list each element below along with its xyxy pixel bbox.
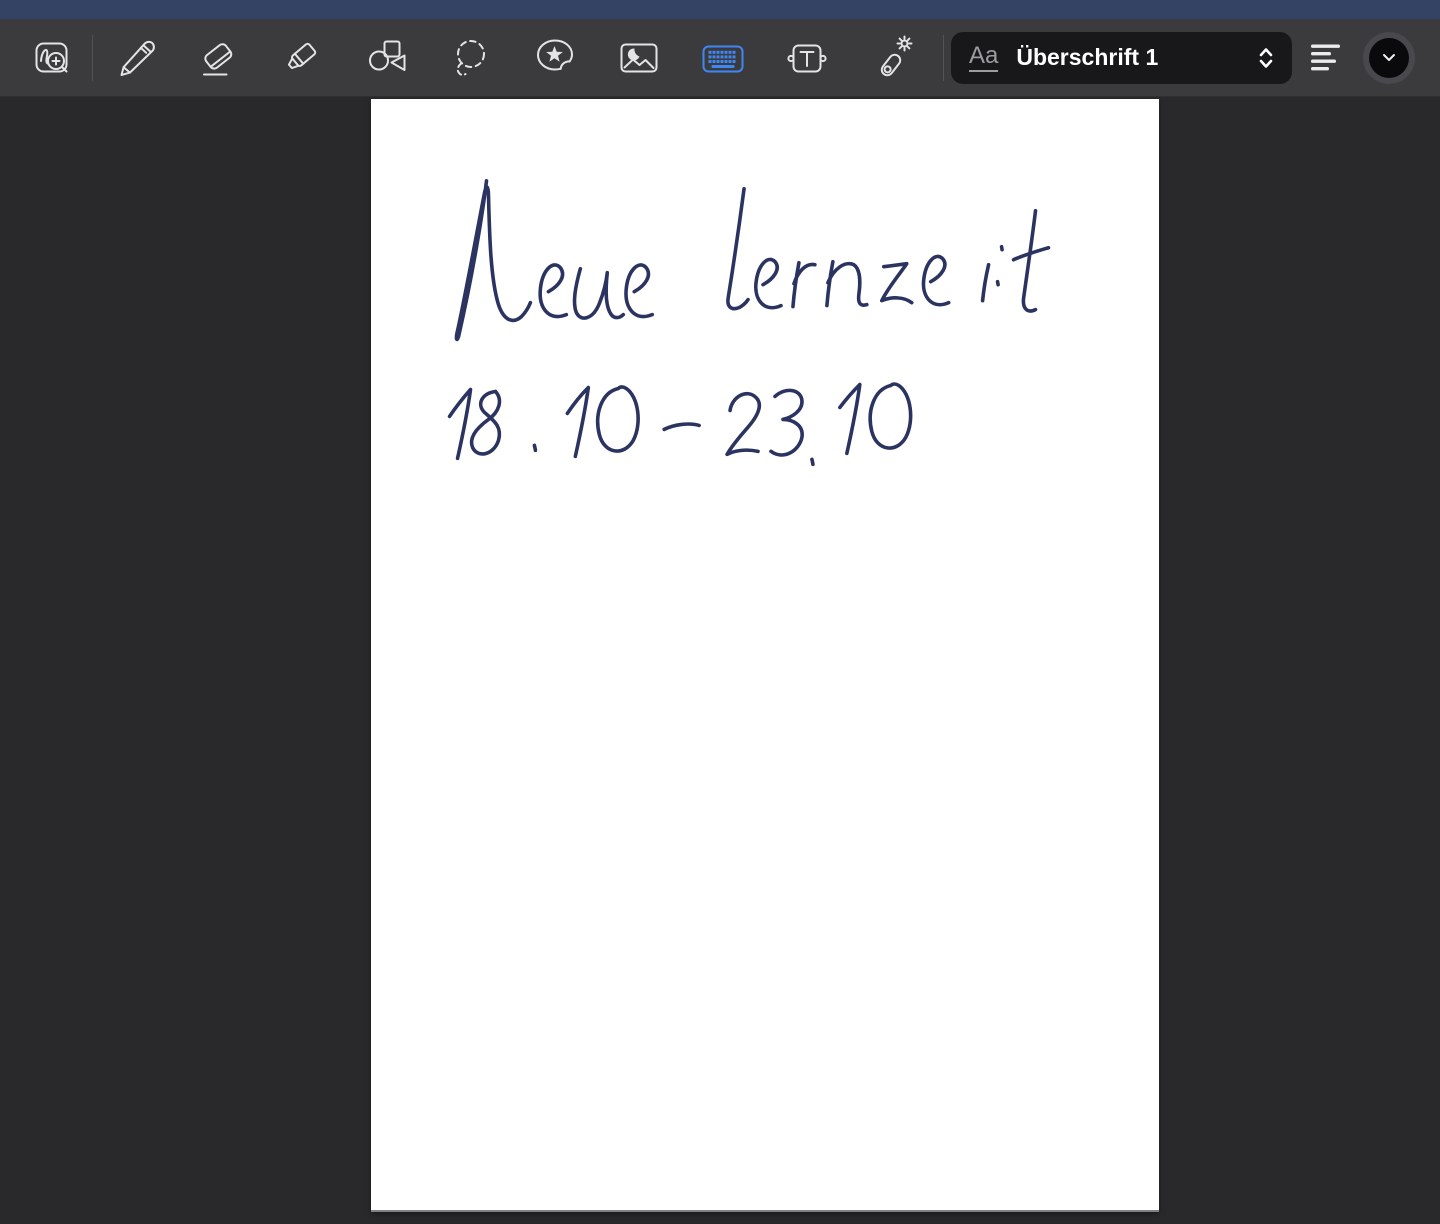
handwriting-layer <box>447 179 1051 467</box>
laser-pointer-icon <box>880 35 913 76</box>
eraser-tool-button[interactable] <box>177 27 261 89</box>
text-style-picker[interactable]: Aa Überschrift 1 <box>951 31 1292 84</box>
toolbar-separator <box>943 34 944 81</box>
lasso-tool-button[interactable] <box>429 27 513 89</box>
chevron-down-icon <box>1383 54 1395 61</box>
selected-text-style: Überschrift 1 <box>1016 44 1159 70</box>
shapes-icon <box>369 40 406 71</box>
text-box-icon <box>787 44 827 72</box>
keyboard-tool-button[interactable] <box>681 27 765 89</box>
handwriting-title <box>454 179 1051 342</box>
font-style-label: Aa <box>969 43 999 72</box>
status-bar <box>0 0 1440 19</box>
lasso-icon <box>456 39 485 76</box>
highlighter-icon <box>287 42 317 69</box>
avatar <box>1369 37 1409 78</box>
text-tool-button[interactable] <box>765 27 849 89</box>
document-canvas[interactable] <box>0 97 1440 1224</box>
shapes-tool-button[interactable] <box>345 27 429 89</box>
note-page[interactable] <box>371 99 1159 1212</box>
zoom-window-tool-button[interactable] <box>12 27 92 89</box>
laser-pointer-tool-button[interactable] <box>849 27 933 89</box>
eraser-icon <box>203 42 233 75</box>
text-align-button[interactable] <box>1292 27 1360 89</box>
text-align-icon <box>1311 44 1340 70</box>
zoom-window-icon <box>35 42 68 72</box>
chevron-up-down-icon <box>1259 47 1273 68</box>
handwriting-date-range <box>447 382 913 467</box>
image-icon <box>620 43 658 72</box>
account-menu-button[interactable] <box>1363 31 1415 84</box>
toolbar: Aa Überschrift 1 <box>0 19 1440 97</box>
image-tool-button[interactable] <box>597 27 681 89</box>
highlighter-tool-button[interactable] <box>261 27 345 89</box>
pen-icon <box>120 40 155 76</box>
keyboard-icon <box>702 45 744 72</box>
pen-tool-button[interactable] <box>93 27 177 89</box>
stickers-tool-button[interactable] <box>513 27 597 89</box>
stickers-icon <box>537 39 573 70</box>
